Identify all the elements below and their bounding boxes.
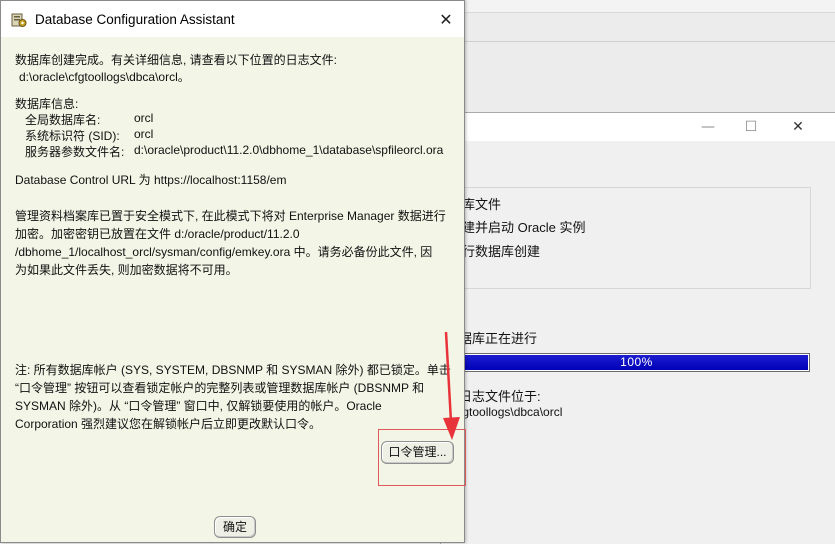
spfile-value: d:\oracle\product\11.2.0\dbhome_1\databa… (134, 143, 444, 157)
steps-panel: 库文件 建并启动 Oracle 实例 行数据库创建 (421, 187, 811, 289)
step-item: 建并启动 Oracle 实例 (462, 220, 586, 235)
minimize-icon[interactable]: — (696, 118, 720, 136)
progress-percent: 100% (620, 355, 653, 369)
dialog-titlebar: Database Configuration Assistant ✕ (1, 1, 464, 37)
db-info-header: 数据库信息: (15, 97, 79, 111)
accounts-note-line: “口令管理” 按钮可以查看锁定帐户的完整列表或管理数据库帐户 (DBSNMP 和 (15, 381, 425, 395)
spfile-label: 服务器参数文件名: (25, 145, 125, 159)
dialog-title: Database Configuration Assistant (35, 12, 235, 27)
background-toolbar (464, 12, 835, 113)
accounts-note-line: SYSMAN 除外)。从 “口令管理” 窗口中, 仅解锁要使用的帐户。Oracl… (15, 399, 382, 413)
progress-bar: 100% (463, 353, 810, 372)
em-url-text: Database Control URL 为 https://localhost… (15, 173, 287, 187)
log-directory: d:\oracle\cfgtoollogs\dbca\orcl。 (19, 70, 190, 84)
red-arrow-annotation (443, 331, 460, 440)
accounts-note-line: 注: 所有数据库帐户 (SYS, SYSTEM, DBSNMP 和 SYSMAN… (15, 363, 451, 377)
maximize-icon[interactable]: ☐ (739, 118, 763, 136)
close-icon[interactable]: ✕ (433, 7, 459, 33)
log-location-label: 日志文件位于: (459, 389, 541, 404)
sid-value: orcl (134, 127, 154, 141)
log-location-path: fgtoollogs\dbca\orcl (459, 405, 563, 419)
secure-mode-line: /dbhome_1/localhost_orcl/sysman/config/e… (15, 245, 433, 259)
completion-message: 数据库创建完成。有关详细信息, 请查看以下位置的日志文件: (15, 53, 338, 67)
step-item: 行数据库创建 (462, 244, 541, 259)
sid-label: 系统标识符 (SID): (25, 129, 120, 143)
secure-mode-line: 管理资料档案库已置于安全模式下, 在此模式下将对 Enterprise Mana… (15, 209, 446, 223)
step-item: 库文件 (462, 197, 502, 212)
background-toolbar-divider (464, 41, 835, 42)
secure-mode-line: 为如果此文件丢失, 则加密数据将不可用。 (15, 263, 238, 277)
background-close-icon[interactable]: ✕ (786, 118, 810, 136)
background-dbca-progress-window: — ☐ ✕ 库文件 建并启动 Oracle 实例 行数据库创建 据库正在进行 1… (421, 112, 835, 544)
secure-mode-line: 加密。加密密钥已放置在文件 d:/oracle/product/11.2.0 (15, 227, 300, 241)
global-db-name-value: orcl (134, 111, 154, 125)
accounts-note-line: Corporation 强烈建议您在解锁帐户后立即更改默认口令。 (15, 417, 322, 431)
progress-label: 据库正在进行 (459, 331, 538, 346)
ok-button[interactable]: 确定 (214, 516, 256, 538)
background-titlebar: — ☐ ✕ (441, 113, 835, 141)
global-db-name-label: 全局数据库名: (25, 113, 101, 127)
database-config-app-icon (11, 13, 27, 27)
